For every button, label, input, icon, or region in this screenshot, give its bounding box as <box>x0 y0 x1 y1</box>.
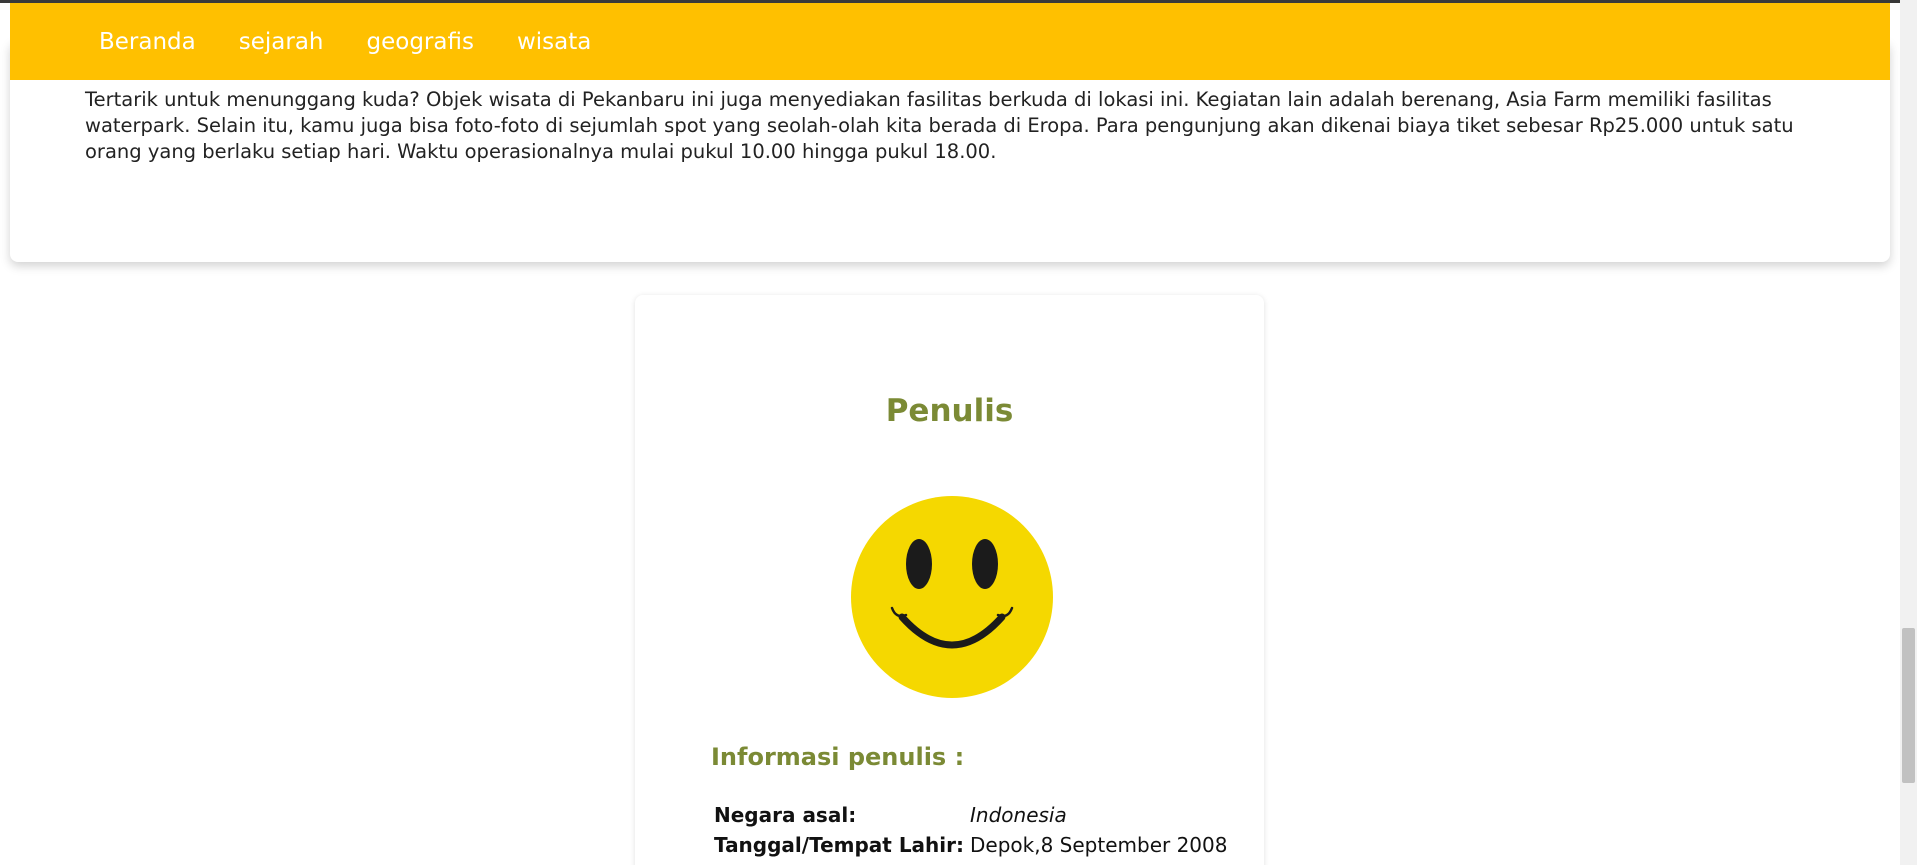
nav-link-beranda[interactable]: Beranda <box>99 29 196 55</box>
article-paragraph: Tertarik untuk menunggang kuda? Objek wi… <box>85 88 1794 163</box>
info-value: Depok,8 September 2008 <box>970 833 1228 857</box>
nav-link-sejarah[interactable]: sejarah <box>239 29 324 55</box>
info-value: Indonesia <box>970 803 1067 827</box>
nav-link-geografis[interactable]: geografis <box>367 29 474 55</box>
info-label: Tanggal/Tempat Lahir: <box>714 833 965 857</box>
info-label: Negara asal: <box>714 803 857 827</box>
page: Beranda sejarah geografis wisata Tertari… <box>0 0 1917 865</box>
smiley-face-icon <box>851 496 1053 698</box>
author-info-table: Negara asal: Indonesia Tanggal/Tempat La… <box>711 800 1230 860</box>
table-row: Negara asal: Indonesia <box>711 800 1230 830</box>
author-card: Penulis Informasi penulis : Negara asal:… <box>635 295 1264 865</box>
navbar: Beranda sejarah geografis wisata <box>10 3 1890 80</box>
scrollbar-thumb[interactable] <box>1902 628 1915 783</box>
author-info-title: Informasi penulis : <box>711 743 965 771</box>
table-row: Tanggal/Tempat Lahir: Depok,8 September … <box>711 830 1230 860</box>
author-section-title: Penulis <box>885 393 1014 429</box>
nav-link-wisata[interactable]: wisata <box>517 29 591 55</box>
